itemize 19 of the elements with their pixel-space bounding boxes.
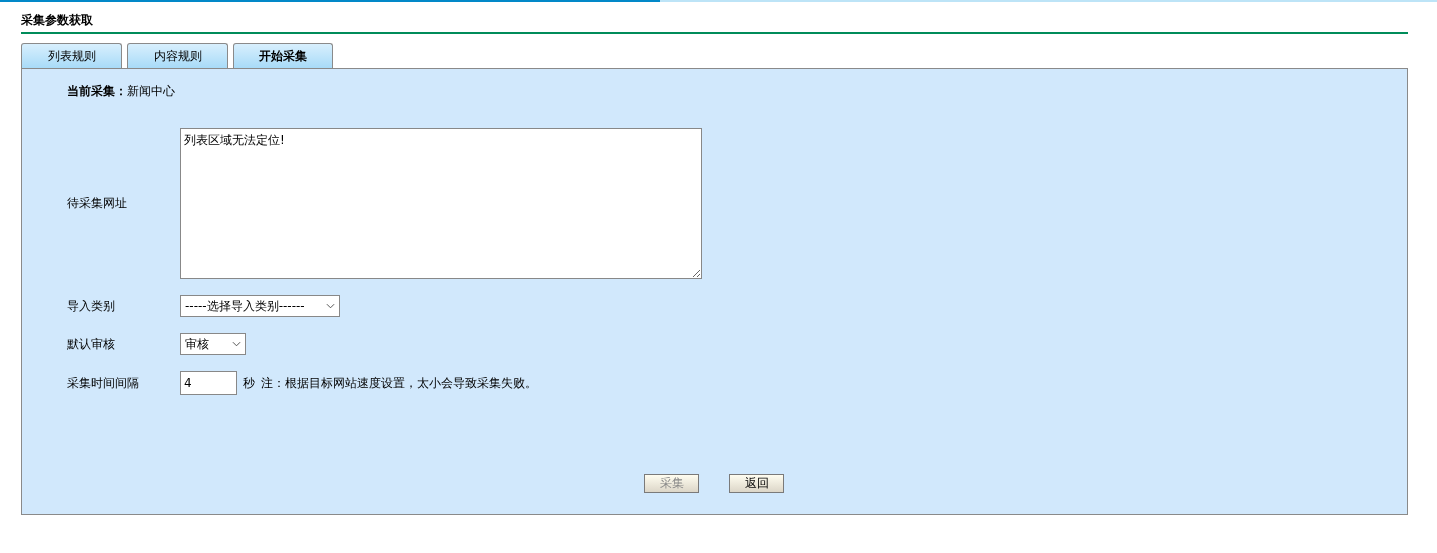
review-select[interactable]: 审核 [180, 333, 246, 355]
interval-input[interactable]: 4 [180, 371, 237, 395]
tab[interactable]: 列表规则 [21, 43, 122, 68]
caret-icon [326, 303, 335, 309]
unit-text: 秒 [243, 374, 255, 392]
category-select[interactable]: -----选择导入类别------ [180, 295, 340, 317]
caret-icon [232, 341, 241, 347]
current-label: 当前采集： [67, 83, 127, 100]
field-label: 待采集网址 [67, 195, 128, 212]
field-label: 默认审核 [67, 335, 116, 353]
url-textarea[interactable]: 列表区域无法定位! [180, 128, 702, 279]
page-title: 采集参数获取 [21, 12, 94, 29]
current-value: 新闻中心 [127, 83, 175, 100]
field-label: 采集时间间隔 [67, 374, 140, 392]
tab[interactable]: 开始采集 [233, 43, 333, 68]
note-text: 注：根据目标网站速度设置，太小会导致采集失败。 [261, 374, 537, 392]
tab[interactable]: 内容规则 [127, 43, 228, 68]
field-label: 导入类别 [67, 297, 116, 315]
form-button[interactable]: 返回 [729, 474, 784, 493]
